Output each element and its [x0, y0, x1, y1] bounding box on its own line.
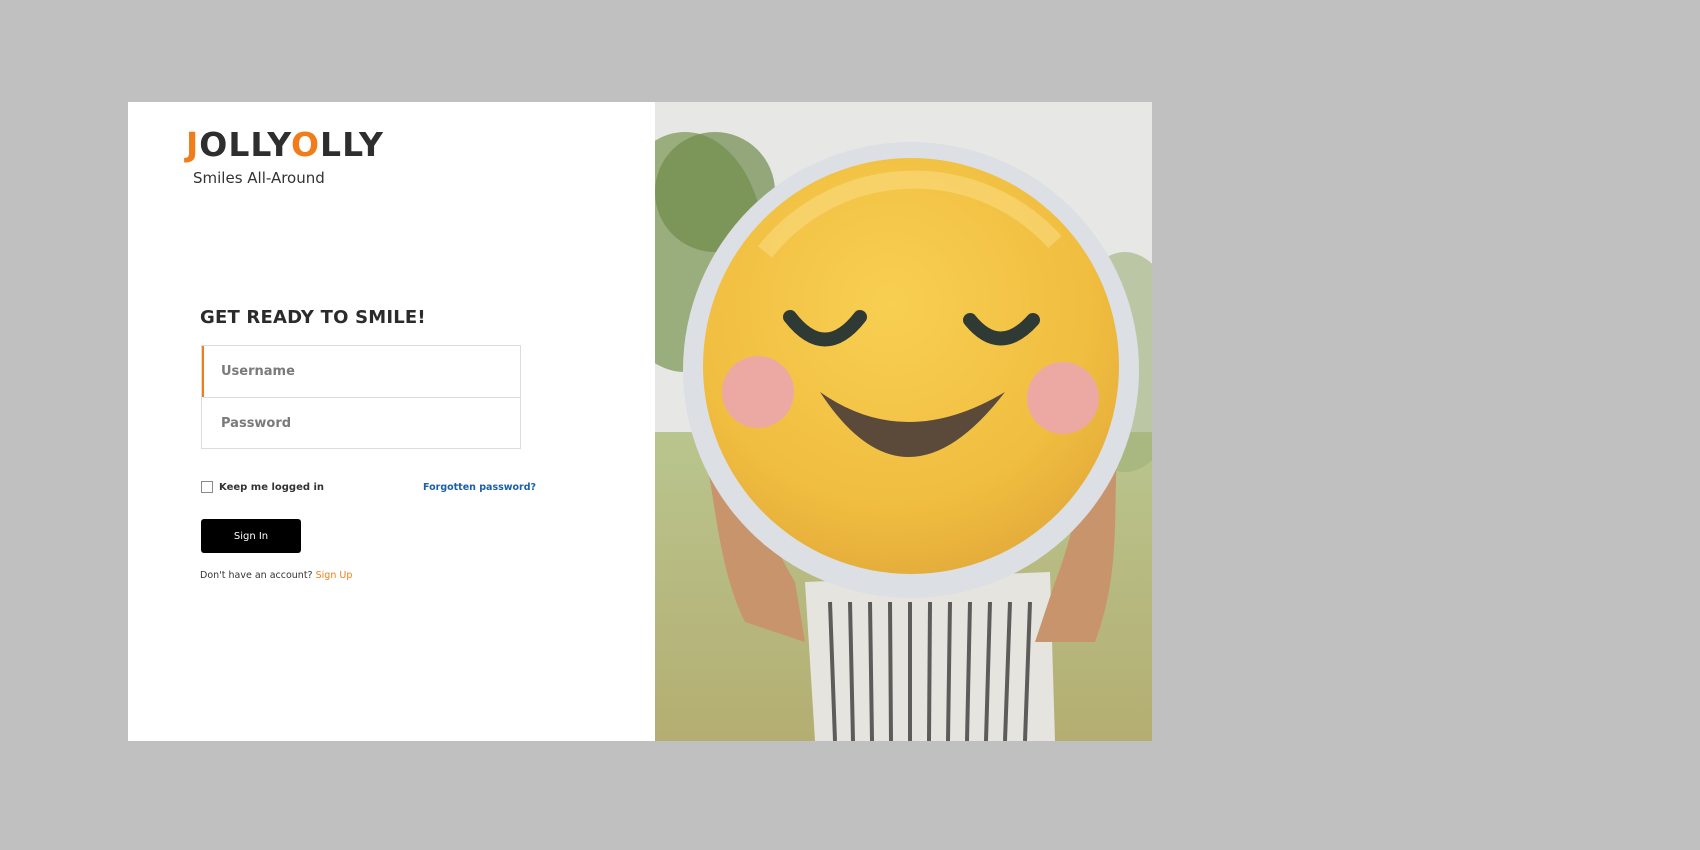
login-card: JOLLYOLLY Smiles All-Around GET READY TO… — [128, 102, 1152, 741]
remember-label: Keep me logged in — [219, 481, 325, 493]
logo-text-2: LLY — [320, 125, 384, 164]
hero-image — [655, 102, 1152, 741]
sign-in-button[interactable]: Sign In — [201, 519, 301, 553]
sign-up-link[interactable]: Sign Up — [316, 570, 353, 581]
logo-letter-j: J — [186, 125, 200, 164]
password-input[interactable] — [204, 398, 520, 448]
password-row — [202, 397, 520, 448]
logo-letter-o: O — [290, 125, 321, 164]
remember-checkbox[interactable] — [201, 481, 213, 493]
logo-text-1: OLLY — [199, 125, 291, 164]
login-panel: JOLLYOLLY Smiles All-Around GET READY TO… — [128, 102, 655, 741]
username-row — [202, 346, 520, 397]
remember-me[interactable]: Keep me logged in — [201, 481, 324, 493]
username-input[interactable] — [204, 346, 520, 397]
signup-prompt-text: Don't have an account? — [200, 570, 313, 581]
signup-prompt: Don't have an account? Sign Up — [200, 570, 352, 581]
brand-tagline: Smiles All-Around — [193, 169, 325, 187]
brand-logo: JOLLYOLLY — [186, 128, 384, 161]
forgot-password-link[interactable]: Forgotten password? — [423, 482, 536, 493]
form-title: GET READY TO SMILE! — [200, 307, 426, 328]
credentials-group — [201, 345, 521, 449]
hero-illustration — [655, 102, 1152, 741]
